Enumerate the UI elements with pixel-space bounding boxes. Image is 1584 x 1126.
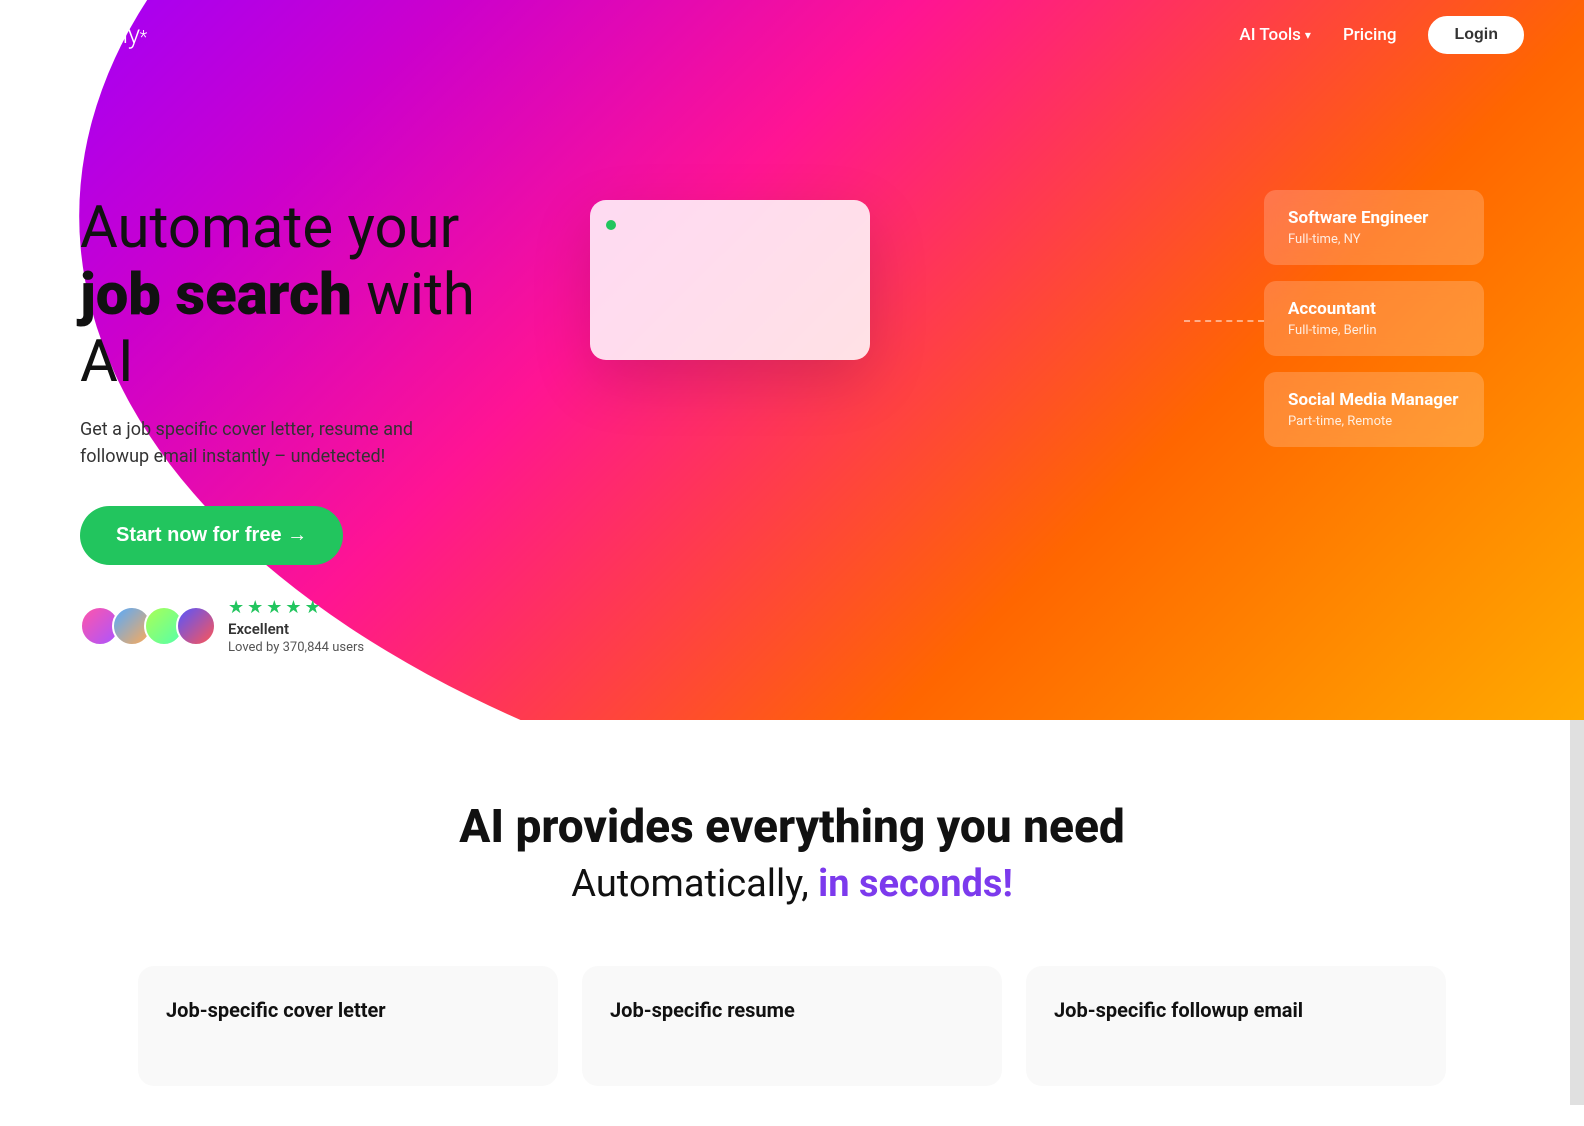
logo-star: * bbox=[140, 27, 147, 48]
pricing-label: Pricing bbox=[1343, 25, 1397, 45]
feature-row: Job-specific cover letter Job-specific r… bbox=[60, 966, 1524, 1086]
feature-card-title: Job-specific followup email bbox=[1054, 998, 1418, 1022]
job-card-sub: Part-time, Remote bbox=[1288, 414, 1460, 429]
hero-section: Automate your job search with AI Get a j… bbox=[0, 0, 1584, 720]
feature-card-title: Job-specific cover letter bbox=[166, 998, 530, 1022]
nav-right: AI Tools ▾ Pricing Login bbox=[1239, 16, 1524, 54]
hero-title-line1: Automate your bbox=[80, 194, 459, 262]
lower-section: AI provides everything you need Automati… bbox=[0, 720, 1584, 1126]
star-half-icon: ★ bbox=[305, 597, 321, 618]
pricing-nav-link[interactable]: Pricing bbox=[1343, 25, 1397, 45]
star-icon: ★ bbox=[266, 597, 282, 618]
dotted-line bbox=[1184, 320, 1264, 322]
resume-card-dot bbox=[606, 220, 616, 230]
hero-right: Software Engineer Full-time, NY Accounta… bbox=[580, 70, 1584, 720]
feature-card: Job-specific followup email bbox=[1026, 966, 1446, 1086]
hero-left: Automate your job search with AI Get a j… bbox=[0, 70, 580, 720]
rating-label: Excellent bbox=[228, 620, 364, 638]
login-button[interactable]: Login bbox=[1428, 16, 1524, 54]
lower-subtitle: Automatically, in seconds! bbox=[60, 862, 1524, 906]
star-icon: ★ bbox=[285, 597, 301, 618]
job-card: Social Media Manager Part-time, Remote bbox=[1264, 372, 1484, 447]
job-card-title: Software Engineer bbox=[1288, 208, 1460, 228]
ai-tools-label: AI Tools bbox=[1239, 25, 1301, 45]
lower-title: AI provides everything you need bbox=[60, 800, 1524, 854]
cta-button[interactable]: Start now for free → bbox=[80, 506, 343, 565]
feature-card-title: Job-specific resume bbox=[610, 998, 974, 1022]
job-card-sub: Full-time, Berlin bbox=[1288, 323, 1460, 338]
job-card: Software Engineer Full-time, NY bbox=[1264, 190, 1484, 265]
hero-content: Automate your job search with AI Get a j… bbox=[0, 0, 1584, 720]
stars: ★ ★ ★ ★ ★ bbox=[228, 597, 364, 618]
job-card: Accountant Full-time, Berlin bbox=[1264, 281, 1484, 356]
navbar: aiApply* AI Tools ▾ Pricing Login bbox=[0, 0, 1584, 70]
rating-block: ★ ★ ★ ★ ★ Excellent Loved by 370,844 use… bbox=[228, 597, 364, 655]
job-card-sub: Full-time, NY bbox=[1288, 232, 1460, 247]
lower-subtitle-accent: in seconds! bbox=[818, 862, 1013, 906]
avatars bbox=[80, 606, 216, 646]
logo-text: aiApply bbox=[60, 20, 140, 50]
avatar bbox=[176, 606, 216, 646]
lower-subtitle-normal: Automatically, bbox=[571, 862, 818, 906]
feature-card: Job-specific cover letter bbox=[138, 966, 558, 1086]
social-proof: ★ ★ ★ ★ ★ Excellent Loved by 370,844 use… bbox=[80, 597, 520, 655]
feature-card: Job-specific resume bbox=[582, 966, 1002, 1086]
star-icon: ★ bbox=[247, 597, 263, 618]
hero-title-bold: job search bbox=[80, 261, 352, 329]
hero-subtitle: Get a job specific cover letter, resume … bbox=[80, 416, 460, 470]
logo[interactable]: aiApply* bbox=[60, 20, 147, 50]
star-icon: ★ bbox=[228, 597, 244, 618]
chevron-down-icon: ▾ bbox=[1305, 28, 1311, 42]
job-cards: Software Engineer Full-time, NY Accounta… bbox=[1264, 190, 1484, 447]
job-card-title: Social Media Manager bbox=[1288, 390, 1460, 410]
rating-sub: Loved by 370,844 users bbox=[228, 640, 364, 655]
ai-tools-nav-link[interactable]: AI Tools ▾ bbox=[1239, 25, 1311, 45]
hero-title: Automate your job search with AI bbox=[80, 195, 520, 395]
resume-card bbox=[590, 200, 870, 360]
job-card-title: Accountant bbox=[1288, 299, 1460, 319]
